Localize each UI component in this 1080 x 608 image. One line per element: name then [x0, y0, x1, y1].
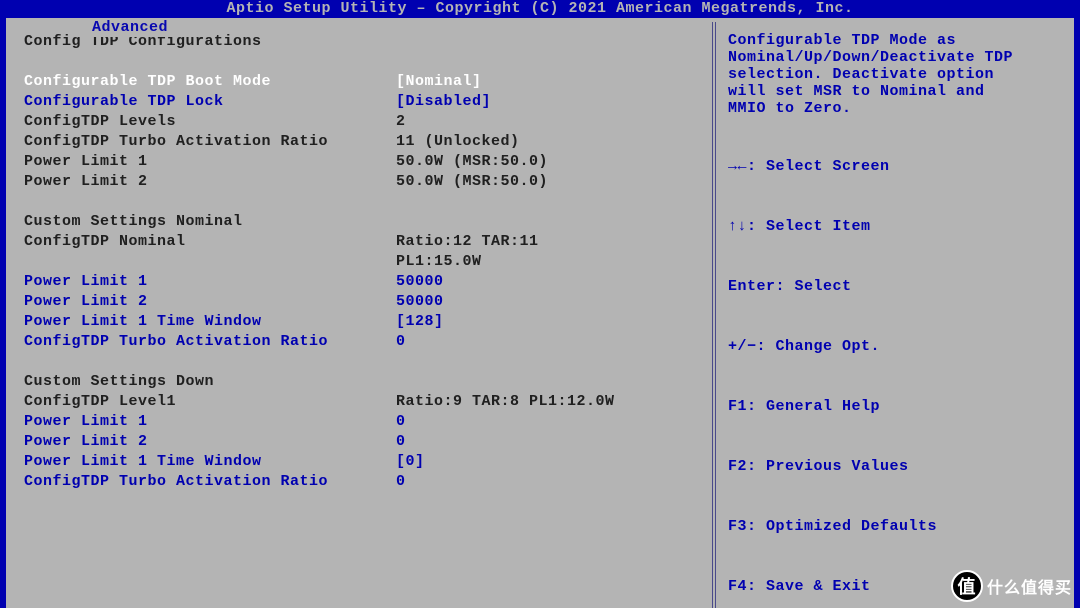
item-label: ConfigTDP Turbo Activation Ratio: [24, 132, 396, 152]
help-description: Configurable TDP Mode as Nominal/Up/Down…: [728, 32, 1058, 117]
key-f1: F1: General Help: [728, 397, 1058, 417]
item-csn-pl2[interactable]: Power Limit 2 50000: [24, 292, 698, 312]
subsection-label: Custom Settings Nominal: [24, 212, 396, 232]
item-csn-pl1[interactable]: Power Limit 1 50000: [24, 272, 698, 292]
blank-row: [24, 352, 698, 372]
settings-panel[interactable]: Config TDP Configurations Configurable T…: [10, 22, 712, 608]
item-csn-tw[interactable]: Power Limit 1 Time Window [128]: [24, 312, 698, 332]
item-value: 50000: [396, 272, 698, 292]
item-csd-tar[interactable]: ConfigTDP Turbo Activation Ratio 0: [24, 472, 698, 492]
tab-label: Advanced: [92, 19, 168, 36]
blank-row: [24, 52, 698, 72]
item-nominal-cont: PL1:15.0W: [24, 252, 698, 272]
help-line: will set MSR to Nominal and: [728, 83, 1058, 100]
item-csd-pl1[interactable]: Power Limit 1 0: [24, 412, 698, 432]
item-levels: ConfigTDP Levels 2: [24, 112, 698, 132]
item-label: Power Limit 2: [24, 432, 396, 452]
item-value: 50.0W (MSR:50.0): [396, 152, 698, 172]
item-value: [Disabled]: [396, 92, 698, 112]
item-pl1: Power Limit 1 50.0W (MSR:50.0): [24, 152, 698, 172]
bios-screen: Aptio Setup Utility – Copyright (C) 2021…: [0, 0, 1080, 608]
item-nominal: ConfigTDP Nominal Ratio:12 TAR:11: [24, 232, 698, 252]
item-label: ConfigTDP Turbo Activation Ratio: [24, 472, 396, 492]
title-text: Aptio Setup Utility – Copyright (C) 2021…: [226, 0, 853, 17]
key-select-screen: →←: Select Screen: [728, 157, 1058, 177]
item-label: ConfigTDP Levels: [24, 112, 396, 132]
item-value: 0: [396, 472, 698, 492]
item-value: [0]: [396, 452, 698, 472]
item-label: Configurable TDP Boot Mode: [24, 72, 396, 92]
item-value: 11 (Unlocked): [396, 132, 698, 152]
item-value: [128]: [396, 312, 698, 332]
subsection-label: Custom Settings Down: [24, 372, 396, 392]
item-label: Power Limit 1: [24, 152, 396, 172]
blank-row: [24, 192, 698, 212]
item-value: 0: [396, 432, 698, 452]
help-line: Nominal/Up/Down/Deactivate TDP: [728, 49, 1058, 66]
item-label: Power Limit 2: [24, 172, 396, 192]
help-line: MMIO to Zero.: [728, 100, 1058, 117]
key-change-opt: +/−: Change Opt.: [728, 337, 1058, 357]
watermark-glyph: 值: [957, 573, 976, 599]
item-label: Power Limit 1: [24, 272, 396, 292]
help-line: Configurable TDP Mode as: [728, 32, 1058, 49]
item-value: Ratio:12 TAR:11: [396, 232, 698, 252]
item-csd-tw[interactable]: Power Limit 1 Time Window [0]: [24, 452, 698, 472]
help-panel: Configurable TDP Mode as Nominal/Up/Down…: [712, 22, 1070, 608]
item-csd-level1: ConfigTDP Level1 Ratio:9 TAR:8 PL1:12.0W: [24, 392, 698, 412]
item-label: ConfigTDP Turbo Activation Ratio: [24, 332, 396, 352]
key-f2: F2: Previous Values: [728, 457, 1058, 477]
watermark-icon: 值: [951, 570, 983, 602]
item-boot-mode[interactable]: Configurable TDP Boot Mode [Nominal]: [24, 72, 698, 92]
help-line: selection. Deactivate option: [728, 66, 1058, 83]
item-csn-tar[interactable]: ConfigTDP Turbo Activation Ratio 0: [24, 332, 698, 352]
title-bar: Aptio Setup Utility – Copyright (C) 2021…: [0, 0, 1080, 18]
item-value: PL1:15.0W: [396, 252, 698, 272]
item-label: Power Limit 1 Time Window: [24, 312, 396, 332]
main-frame: Config TDP Configurations Configurable T…: [6, 18, 1074, 608]
subsection-down: Custom Settings Down: [24, 372, 698, 392]
item-value: 50.0W (MSR:50.0): [396, 172, 698, 192]
section-title-text: Config TDP Configurations: [24, 32, 396, 52]
key-legend: →←: Select Screen ↑↓: Select Item Enter:…: [728, 117, 1058, 608]
subsection-nominal: Custom Settings Nominal: [24, 212, 698, 232]
item-value: Ratio:9 TAR:8 PL1:12.0W: [396, 392, 698, 412]
tab-advanced[interactable]: Advanced: [84, 18, 176, 37]
item-label: Power Limit 1 Time Window: [24, 452, 396, 472]
item-pl2: Power Limit 2 50.0W (MSR:50.0): [24, 172, 698, 192]
item-label: ConfigTDP Level1: [24, 392, 396, 412]
key-enter: Enter: Select: [728, 277, 1058, 297]
watermark: 值 什么值得买: [951, 570, 1072, 602]
item-value: 2: [396, 112, 698, 132]
item-label: [24, 252, 396, 272]
key-f3: F3: Optimized Defaults: [728, 517, 1058, 537]
watermark-text: 什么值得买: [987, 574, 1072, 598]
item-value: [Nominal]: [396, 72, 698, 92]
key-select-item: ↑↓: Select Item: [728, 217, 1058, 237]
item-turbo-ratio: ConfigTDP Turbo Activation Ratio 11 (Unl…: [24, 132, 698, 152]
item-value: 0: [396, 412, 698, 432]
item-label: Power Limit 1: [24, 412, 396, 432]
item-value: 0: [396, 332, 698, 352]
item-label: ConfigTDP Nominal: [24, 232, 396, 252]
item-label: Power Limit 2: [24, 292, 396, 312]
item-value: 50000: [396, 292, 698, 312]
item-tdp-lock[interactable]: Configurable TDP Lock [Disabled]: [24, 92, 698, 112]
item-csd-pl2[interactable]: Power Limit 2 0: [24, 432, 698, 452]
item-label: Configurable TDP Lock: [24, 92, 396, 112]
